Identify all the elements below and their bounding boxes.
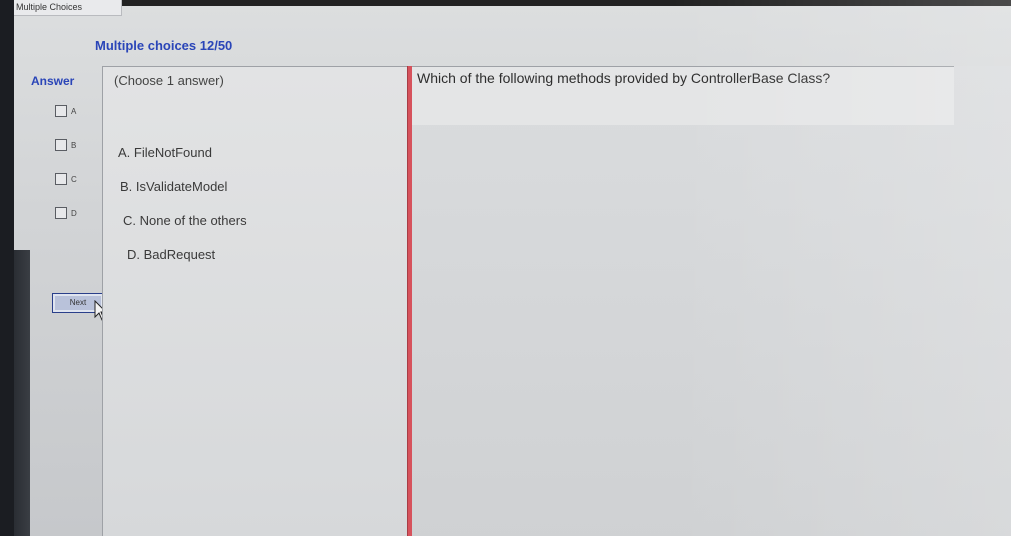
quiz-screen: Multiple Choices Multiple choices 12/50 …	[14, 0, 1011, 536]
page-title: Multiple choices 12/50	[95, 38, 233, 53]
answer-label: Answer	[31, 74, 75, 88]
answer-letter: B	[71, 140, 77, 150]
options-panel: (Choose 1 answer) A. FileNotFound B. IsV…	[102, 66, 408, 536]
checkbox-icon[interactable]	[55, 139, 67, 151]
option-d[interactable]: D. BadRequest	[127, 247, 215, 262]
option-c[interactable]: C. None of the others	[123, 213, 247, 228]
question-panel: Which of the following methods provided …	[412, 66, 1011, 536]
answer-letter: C	[71, 174, 77, 184]
answer-letter: A	[71, 106, 77, 116]
monitor-bezel	[14, 250, 30, 536]
answer-checkbox-a[interactable]: A	[55, 104, 76, 118]
question-box: Which of the following methods provided …	[412, 66, 954, 125]
window-tab[interactable]: Multiple Choices	[14, 0, 122, 16]
option-b[interactable]: B. IsValidateModel	[120, 179, 227, 194]
top-bar	[122, 0, 1011, 6]
checkbox-icon[interactable]	[55, 105, 67, 117]
answer-checkbox-d[interactable]: D	[55, 206, 77, 220]
checkbox-icon[interactable]	[55, 173, 67, 185]
option-a[interactable]: A. FileNotFound	[118, 145, 212, 160]
answer-checkbox-c[interactable]: C	[55, 172, 77, 186]
choose-instruction: (Choose 1 answer)	[114, 73, 224, 88]
checkbox-icon[interactable]	[55, 207, 67, 219]
answer-checkbox-b[interactable]: B	[55, 138, 76, 152]
answer-letter: D	[71, 208, 77, 218]
question-text: Which of the following methods provided …	[417, 70, 831, 86]
